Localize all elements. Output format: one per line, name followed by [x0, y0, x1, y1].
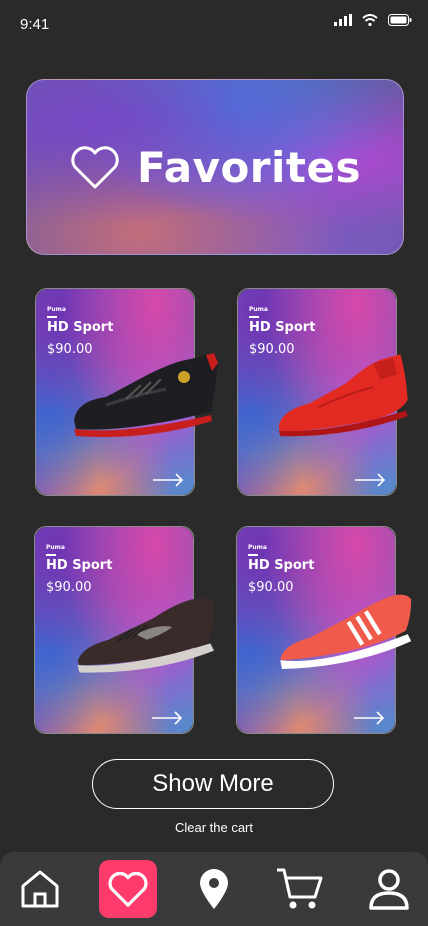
profile-icon: [369, 869, 409, 910]
location-pin-icon: [200, 869, 228, 909]
product-name: HD Sport: [249, 320, 316, 335]
arrow-right-icon[interactable]: [354, 473, 386, 487]
product-name: HD Sport: [248, 558, 315, 573]
wifi-icon: [362, 14, 378, 26]
shoe-image: [77, 598, 215, 673]
nav-location[interactable]: [185, 860, 243, 918]
nav-favorites[interactable]: [99, 860, 157, 918]
favorites-hero: Favorites: [26, 79, 404, 255]
bottom-nav: [0, 852, 428, 926]
heart-outline-icon: [71, 146, 119, 189]
brand-divider: [46, 554, 56, 556]
heart-icon: [108, 871, 148, 907]
status-bar: 9:41: [0, 0, 428, 48]
brand-divider: [249, 316, 259, 318]
status-icons: [334, 14, 412, 26]
product-name: HD Sport: [47, 320, 114, 335]
product-card[interactable]: Puma HD Sport $90.00: [237, 288, 408, 496]
product-brand: Puma: [248, 544, 267, 551]
home-icon: [21, 870, 59, 908]
arrow-right-icon[interactable]: [152, 473, 184, 487]
product-brand: Puma: [249, 306, 268, 313]
shoe-image: [278, 354, 408, 437]
nav-profile[interactable]: [360, 860, 418, 918]
product-card[interactable]: Puma HD Sport $90.00: [34, 526, 215, 734]
cart-icon: [277, 868, 323, 909]
product-name: HD Sport: [46, 558, 113, 573]
nav-cart[interactable]: [270, 860, 328, 918]
shoe-image: [280, 594, 412, 670]
brand-divider: [47, 316, 57, 318]
shoe-image: [74, 353, 218, 437]
brand-divider: [248, 554, 258, 556]
signal-icon: [334, 14, 352, 26]
clear-cart-link[interactable]: Clear the cart: [0, 820, 428, 835]
arrow-right-icon[interactable]: [151, 711, 183, 725]
nav-home[interactable]: [11, 860, 69, 918]
battery-icon: [388, 14, 412, 26]
page-title: Favorites: [137, 142, 361, 192]
product-card[interactable]: Puma HD Sport $90.00: [236, 526, 412, 734]
status-time: 9:41: [20, 16, 50, 33]
product-brand: Puma: [47, 306, 66, 313]
show-more-button[interactable]: Show More: [92, 759, 334, 809]
product-brand: Puma: [46, 544, 65, 551]
arrow-right-icon[interactable]: [353, 711, 385, 725]
product-card[interactable]: Puma HD Sport $90.00: [35, 288, 218, 496]
